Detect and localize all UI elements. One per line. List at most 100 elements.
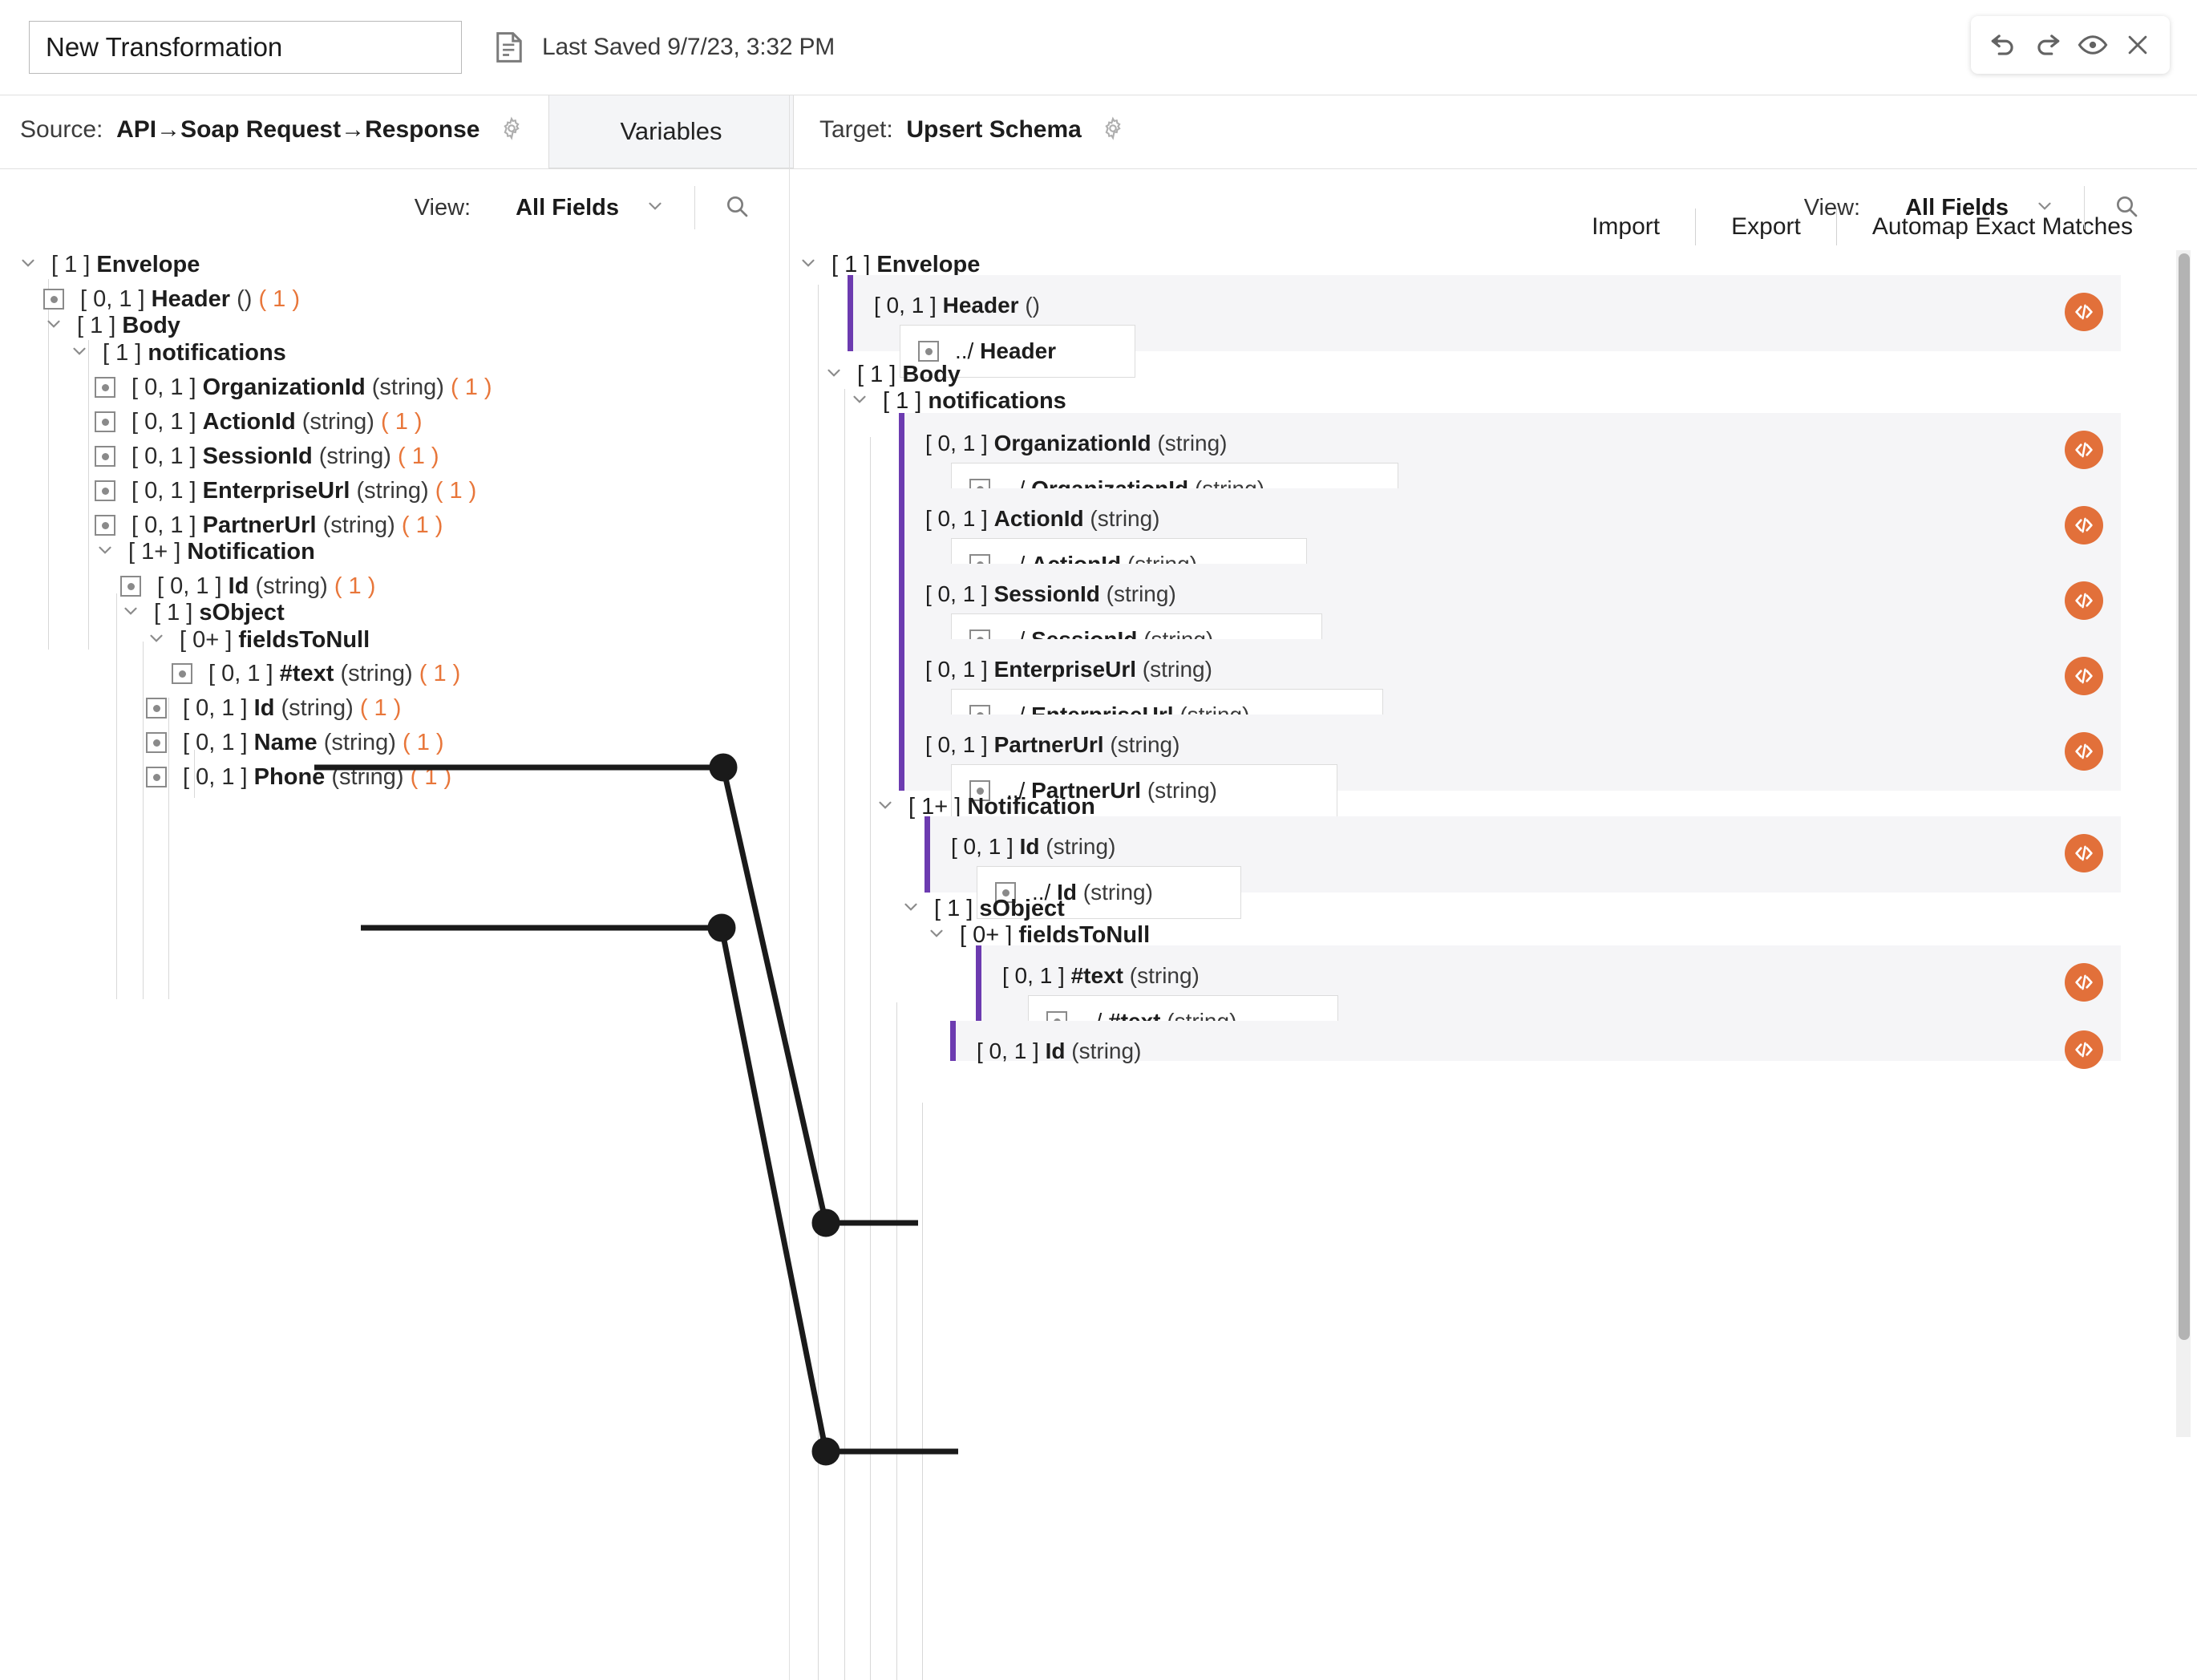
- mapping-expression-text: ../ Header: [955, 338, 1056, 364]
- target-mapping-card[interactable]: [ 0, 1 ] PartnerUrl (string)../ PartnerU…: [899, 715, 2121, 791]
- open-script-editor-icon[interactable]: [2065, 732, 2103, 771]
- source-search-icon[interactable]: [724, 193, 750, 223]
- target-settings-gear-icon[interactable]: [1101, 116, 1125, 147]
- chevron-down-icon[interactable]: [69, 341, 91, 366]
- target-mapping-card[interactable]: [ 0, 1 ] Header ()../ Header: [848, 275, 2121, 351]
- source-node-label: [ 0+ ] fieldsToNull: [180, 627, 370, 654]
- target-mapping-card[interactable]: [ 0, 1 ] Id (string): [950, 1021, 2121, 1061]
- top-bar: Last Saved 9/7/23, 3:32 PM: [0, 0, 2197, 95]
- source-tree-node[interactable]: [ 0, 1 ] Name (string) ( 1 ): [146, 727, 444, 759]
- tree-guide: [116, 593, 117, 999]
- source-tree-node[interactable]: [ 1 ] notifications: [69, 337, 286, 369]
- open-script-editor-icon[interactable]: [2065, 431, 2103, 469]
- target-prefix: Target:: [819, 116, 893, 143]
- source-node-label: [ 1 ] Envelope: [51, 252, 200, 278]
- preview-eye-icon[interactable]: [2075, 27, 2110, 63]
- chevron-down-icon[interactable]: [645, 196, 666, 221]
- target-view-label: View:: [1804, 195, 1860, 221]
- target-search-icon[interactable]: [2114, 193, 2139, 223]
- source-view-bar: View: All Fields: [0, 169, 790, 246]
- source-node-label: [ 1+ ] Notification: [128, 539, 315, 565]
- view-separator: [2084, 186, 2085, 229]
- source-tree-node[interactable]: [ 1+ ] Notification: [95, 536, 315, 568]
- source-tree-node[interactable]: [ 0, 1 ] Id (string) ( 1 ): [146, 692, 401, 724]
- target-field-label: [ 0, 1 ] PartnerUrl (string): [925, 732, 1179, 758]
- chevron-down-icon[interactable]: [875, 795, 897, 820]
- target-view-value[interactable]: All Fields: [1905, 195, 2009, 221]
- field-marker-icon: [95, 377, 115, 398]
- target-view-bar: View: All Fields: [790, 169, 2197, 246]
- tree-guide: [844, 389, 845, 1680]
- last-saved-text: Last Saved 9/7/23, 3:32 PM: [542, 34, 835, 61]
- target-node-label: [ 0+ ] fieldsToNull: [960, 922, 1150, 949]
- chevron-down-icon[interactable]: [120, 601, 143, 625]
- target-node-label: [ 1 ] Body: [857, 362, 961, 388]
- close-icon[interactable]: [2120, 27, 2155, 63]
- source-node-label: [ 0, 1 ] EnterpriseUrl (string) ( 1 ): [131, 478, 476, 504]
- target-mapping-card[interactable]: [ 0, 1 ] ActionId (string)../ ActionId (…: [899, 488, 2121, 565]
- source-tree-node[interactable]: [ 0+ ] fieldsToNull: [146, 624, 370, 656]
- target-field-label: [ 0, 1 ] OrganizationId (string): [925, 431, 1228, 456]
- source-settings-gear-icon[interactable]: [500, 116, 524, 147]
- target-node-label: [ 1 ] Envelope: [831, 252, 980, 278]
- target-field-label: [ 0, 1 ] ActionId (string): [925, 506, 1160, 532]
- source-tree-node[interactable]: [ 0, 1 ] #text (string) ( 1 ): [172, 658, 460, 690]
- source-tree-node[interactable]: [ 0, 1 ] EnterpriseUrl (string) ( 1 ): [95, 475, 476, 507]
- source-tree: [ 1 ] Envelope[ 0, 1 ] Header () ( 1 )[ …: [0, 249, 789, 1680]
- open-script-editor-icon[interactable]: [2065, 657, 2103, 695]
- target-mapping-card[interactable]: [ 0, 1 ] SessionId (string)../ SessionId…: [899, 564, 2121, 640]
- field-marker-icon: [95, 480, 115, 501]
- target-field-label: [ 0, 1 ] #text (string): [1002, 963, 1200, 989]
- open-script-editor-icon[interactable]: [2065, 506, 2103, 544]
- open-script-editor-icon[interactable]: [2065, 834, 2103, 872]
- tree-guide: [922, 1103, 923, 1680]
- source-node-label: [ 1 ] notifications: [103, 340, 286, 366]
- source-prefix: Source:: [20, 116, 103, 143]
- field-marker-icon: [146, 698, 167, 719]
- undo-icon[interactable]: [1985, 27, 2021, 63]
- open-script-editor-icon[interactable]: [2065, 1030, 2103, 1069]
- field-marker-icon: [95, 411, 115, 432]
- source-tree-node[interactable]: [ 0, 1 ] OrganizationId (string) ( 1 ): [95, 371, 492, 403]
- target-name: Upsert Schema: [906, 116, 1081, 143]
- tree-guide: [88, 340, 89, 650]
- chevron-down-icon[interactable]: [849, 389, 872, 414]
- chevron-down-icon[interactable]: [18, 253, 40, 277]
- source-tree-node[interactable]: [ 0, 1 ] SessionId (string) ( 1 ): [95, 440, 439, 472]
- target-scrollbar-thumb[interactable]: [2179, 253, 2190, 1340]
- tab-variables[interactable]: Variables: [548, 95, 794, 168]
- chevron-down-icon[interactable]: [95, 540, 117, 565]
- target-mapping-card[interactable]: [ 0, 1 ] Id (string)../ Id (string): [925, 816, 2121, 893]
- chevron-down-icon[interactable]: [798, 253, 820, 277]
- transformation-name-input[interactable]: [29, 21, 462, 74]
- source-view-value[interactable]: All Fields: [516, 195, 619, 221]
- source-view-label: View:: [415, 195, 471, 221]
- sub-header: Source: API→Soap Request→Response Target…: [0, 95, 2197, 169]
- source-node-label: [ 1 ] sObject: [154, 600, 285, 626]
- field-marker-icon: [146, 732, 167, 753]
- target-field-label: [ 0, 1 ] EnterpriseUrl (string): [925, 657, 1212, 682]
- open-script-editor-icon[interactable]: [2065, 293, 2103, 331]
- document-icon: [494, 30, 524, 64]
- target-mapping-card[interactable]: [ 0, 1 ] EnterpriseUrl (string)../ Enter…: [899, 639, 2121, 715]
- chevron-down-icon[interactable]: [2034, 196, 2055, 221]
- chevron-down-icon[interactable]: [823, 362, 846, 387]
- open-script-editor-icon[interactable]: [2065, 581, 2103, 620]
- target-node-label: [ 1 ] sObject: [934, 896, 1065, 922]
- chevron-down-icon[interactable]: [926, 923, 949, 948]
- source-tree-node[interactable]: [ 1 ] Envelope: [18, 249, 200, 281]
- source-tree-node[interactable]: [ 0, 1 ] ActionId (string) ( 1 ): [95, 406, 423, 438]
- open-script-editor-icon[interactable]: [2065, 963, 2103, 1002]
- redo-icon[interactable]: [2030, 27, 2066, 63]
- chevron-down-icon[interactable]: [146, 628, 168, 653]
- source-tree-node[interactable]: [ 0, 1 ] Phone (string) ( 1 ): [146, 761, 451, 793]
- source-node-label: [ 0, 1 ] ActionId (string) ( 1 ): [131, 409, 423, 435]
- target-field-label: [ 0, 1 ] Header (): [874, 293, 1040, 318]
- chevron-down-icon[interactable]: [43, 314, 66, 338]
- target-field-label: [ 0, 1 ] SessionId (string): [925, 581, 1176, 607]
- target-mapping-card[interactable]: [ 0, 1 ] OrganizationId (string)../ Orga…: [899, 413, 2121, 489]
- field-marker-icon: [120, 576, 141, 597]
- chevron-down-icon[interactable]: [900, 897, 923, 921]
- target-tree-node[interactable]: [ 1 ] notifications: [849, 385, 1066, 417]
- target-mapping-card[interactable]: [ 0, 1 ] #text (string)../ #text (string…: [976, 945, 2121, 1022]
